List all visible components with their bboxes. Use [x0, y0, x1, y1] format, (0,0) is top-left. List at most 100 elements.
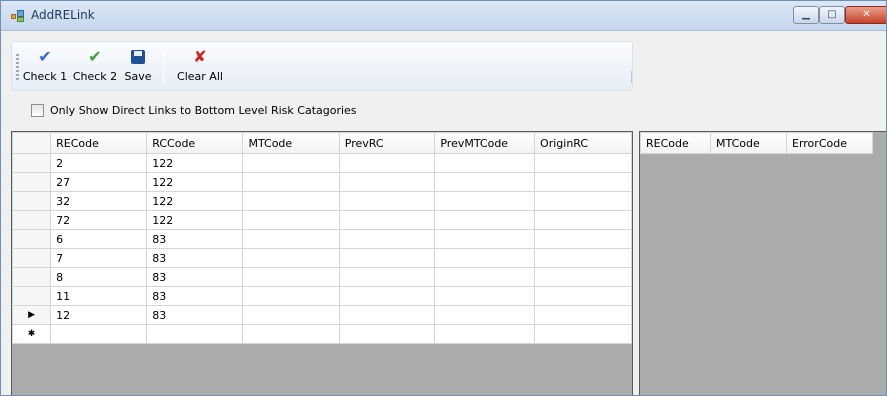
cell-originrc[interactable]	[534, 229, 632, 249]
column-header-prevrc[interactable]: PrevRC	[338, 132, 436, 154]
cell-prevmtcode[interactable]	[434, 191, 536, 211]
error-column-header-recode[interactable]: RECode	[640, 132, 711, 154]
grid-corner-header[interactable]	[12, 132, 52, 154]
title-bar[interactable]: AddRELink ▁ □ ✕	[1, 1, 886, 31]
cell-prevmtcode[interactable]	[434, 229, 536, 249]
cell-rccode[interactable]: 83	[146, 248, 244, 268]
toolbar-grip-icon[interactable]	[16, 54, 19, 82]
cell-prevrc[interactable]	[338, 305, 436, 325]
current-row-arrow-icon[interactable]: ▶	[12, 305, 52, 325]
row-header[interactable]	[12, 267, 52, 287]
minimize-icon: ▁	[802, 9, 810, 20]
relink-data-grid[interactable]: RECode RCCode MTCode PrevRC PrevMTCode O…	[11, 131, 633, 395]
cell-originrc[interactable]	[534, 248, 632, 268]
new-row-cell-rccode-selected[interactable]	[146, 324, 244, 344]
save-button[interactable]: Save	[120, 48, 156, 83]
cell-recode[interactable]: 7	[50, 248, 148, 268]
cell-mtcode[interactable]	[242, 248, 340, 268]
maximize-button[interactable]: □	[819, 6, 845, 24]
cell-mtcode[interactable]	[242, 153, 340, 173]
cell-mtcode[interactable]	[242, 286, 340, 306]
cell-prevrc[interactable]	[338, 172, 436, 192]
new-row-cell-prevrc[interactable]	[338, 324, 436, 344]
cell-originrc[interactable]	[534, 210, 632, 230]
cell-originrc[interactable]	[534, 191, 632, 211]
new-row-cell-mtcode[interactable]	[242, 324, 340, 344]
check2-button[interactable]: ✔ Check 2	[70, 48, 120, 84]
close-button[interactable]: ✕	[845, 6, 886, 24]
cell-rccode[interactable]: 122	[146, 191, 244, 211]
cell-prevrc[interactable]	[338, 229, 436, 249]
row-header[interactable]	[12, 248, 52, 268]
cell-recode[interactable]: 11	[50, 286, 148, 306]
cell-prevrc[interactable]	[338, 286, 436, 306]
cell-rccode[interactable]: 83	[146, 229, 244, 249]
error-table: RECode MTCode ErrorCode	[640, 132, 873, 154]
row-header[interactable]	[12, 191, 52, 211]
cell-rccode[interactable]: 122	[146, 210, 244, 230]
cell-prevrc[interactable]	[338, 267, 436, 287]
cell-prevrc[interactable]	[338, 210, 436, 230]
cell-recode[interactable]: 2	[50, 153, 148, 173]
column-header-rccode[interactable]: RCCode	[146, 132, 244, 154]
cell-recode[interactable]: 8	[50, 267, 148, 287]
error-column-header-errorcode[interactable]: ErrorCode	[786, 132, 873, 154]
cell-recode[interactable]: 12	[50, 305, 148, 325]
cell-prevmtcode[interactable]	[434, 248, 536, 268]
cell-prevrc[interactable]	[338, 191, 436, 211]
cell-prevmtcode[interactable]	[434, 286, 536, 306]
cell-prevmtcode[interactable]	[434, 210, 536, 230]
cell-recode[interactable]: 27	[50, 172, 148, 192]
cell-prevmtcode[interactable]	[434, 172, 536, 192]
cell-prevmtcode[interactable]	[434, 267, 536, 287]
cell-originrc[interactable]	[534, 305, 632, 325]
column-header-originrc[interactable]: OriginRC	[534, 132, 632, 154]
new-row-marker-icon[interactable]: ✱	[12, 324, 52, 344]
cell-rccode[interactable]: 122	[146, 153, 244, 173]
cell-rccode[interactable]: 83	[146, 305, 244, 325]
new-row-cell-recode[interactable]	[50, 324, 148, 344]
direct-links-filter[interactable]: Only Show Direct Links to Bottom Level R…	[31, 102, 357, 118]
column-header-recode[interactable]: RECode	[50, 132, 148, 154]
check1-button[interactable]: ✔ Check 1	[20, 48, 70, 84]
new-row-cell-prevmtcode[interactable]	[434, 324, 536, 344]
row-header[interactable]	[12, 229, 52, 249]
close-icon: ✕	[862, 9, 871, 20]
cell-mtcode[interactable]	[242, 172, 340, 192]
clear-all-button[interactable]: ✘ Clear All	[172, 48, 228, 84]
row-header[interactable]	[12, 210, 52, 230]
cell-mtcode[interactable]	[242, 210, 340, 230]
error-column-header-mtcode[interactable]: MTCode	[710, 132, 787, 154]
cell-originrc[interactable]	[534, 286, 632, 306]
cell-prevmtcode[interactable]	[434, 305, 536, 325]
new-row-cell-originrc[interactable]	[534, 324, 632, 344]
minimize-button[interactable]: ▁	[793, 6, 819, 24]
row-header[interactable]	[12, 286, 52, 306]
cell-mtcode[interactable]	[242, 305, 340, 325]
row-header[interactable]	[12, 153, 52, 173]
cell-rccode[interactable]: 83	[146, 267, 244, 287]
cell-mtcode[interactable]	[242, 267, 340, 287]
row-header[interactable]	[12, 172, 52, 192]
cell-mtcode[interactable]	[242, 191, 340, 211]
cell-recode[interactable]: 72	[50, 210, 148, 230]
table-row: ▶ 12 83	[12, 305, 632, 325]
cell-recode[interactable]: 32	[50, 191, 148, 211]
error-data-grid[interactable]: RECode MTCode ErrorCode	[639, 131, 886, 395]
cell-rccode[interactable]: 83	[146, 286, 244, 306]
cell-recode[interactable]: 6	[50, 229, 148, 249]
toolbar-separator	[163, 50, 164, 84]
cell-mtcode[interactable]	[242, 229, 340, 249]
cell-rccode[interactable]: 122	[146, 172, 244, 192]
cell-prevrc[interactable]	[338, 248, 436, 268]
cell-prevrc[interactable]	[338, 153, 436, 173]
cell-originrc[interactable]	[534, 153, 632, 173]
direct-links-checkbox[interactable]	[31, 103, 44, 117]
cell-originrc[interactable]	[534, 172, 632, 192]
cell-prevmtcode[interactable]	[434, 153, 536, 173]
maximize-icon: □	[827, 9, 837, 20]
column-header-mtcode[interactable]: MTCode	[242, 132, 340, 154]
toolbar-edge-divider	[631, 71, 632, 83]
cell-originrc[interactable]	[534, 267, 632, 287]
column-header-prevmtcode[interactable]: PrevMTCode	[434, 132, 536, 154]
